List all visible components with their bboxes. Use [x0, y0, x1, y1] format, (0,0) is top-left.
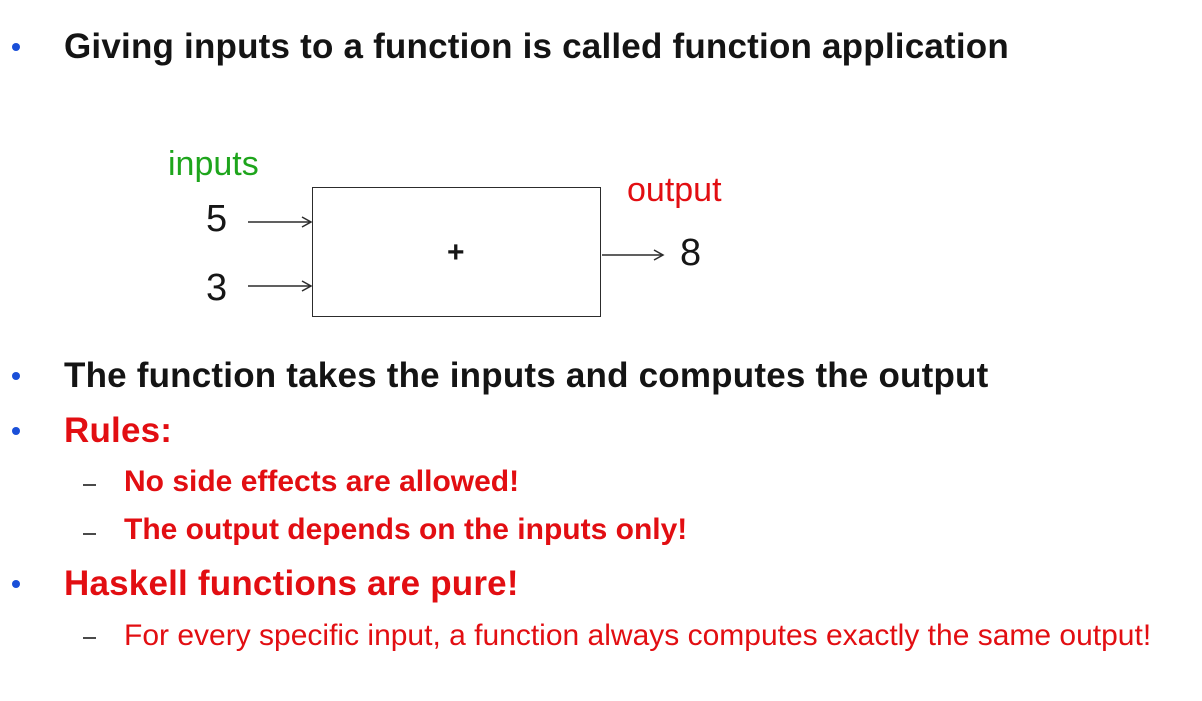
- bullet-dot: [12, 43, 20, 51]
- sub-bullet-dash: [83, 484, 96, 486]
- sub-bullet-dash: [83, 533, 96, 535]
- input-a-arrowhead: [301, 216, 313, 228]
- bullet-function-application: Giving inputs to a function is called fu…: [64, 27, 1009, 66]
- rule-no-side-effects: No side effects are allowed!: [124, 465, 520, 498]
- output-label: output: [627, 171, 722, 209]
- input-b-arrowhead: [301, 280, 313, 292]
- bullet-dot: [12, 427, 20, 435]
- sub-bullet-dash: [83, 637, 96, 639]
- input-value-b: 3: [206, 267, 228, 309]
- input-value-a: 5: [206, 198, 228, 240]
- bullet-rules: Rules:: [64, 411, 173, 450]
- inputs-label: inputs: [168, 145, 259, 183]
- bullet-function-computes: The function takes the inputs and comput…: [64, 356, 989, 395]
- pure-function-note: For every specific input, a function alw…: [124, 619, 1152, 652]
- rule-output-depends: The output depends on the inputs only!: [124, 513, 688, 546]
- bullet-dot: [12, 580, 20, 588]
- output-arrowhead: [653, 249, 665, 261]
- bullet-haskell-pure: Haskell functions are pure!: [64, 564, 519, 603]
- output-value: 8: [680, 232, 702, 274]
- function-operator: +: [447, 236, 465, 269]
- bullet-dot: [12, 372, 20, 380]
